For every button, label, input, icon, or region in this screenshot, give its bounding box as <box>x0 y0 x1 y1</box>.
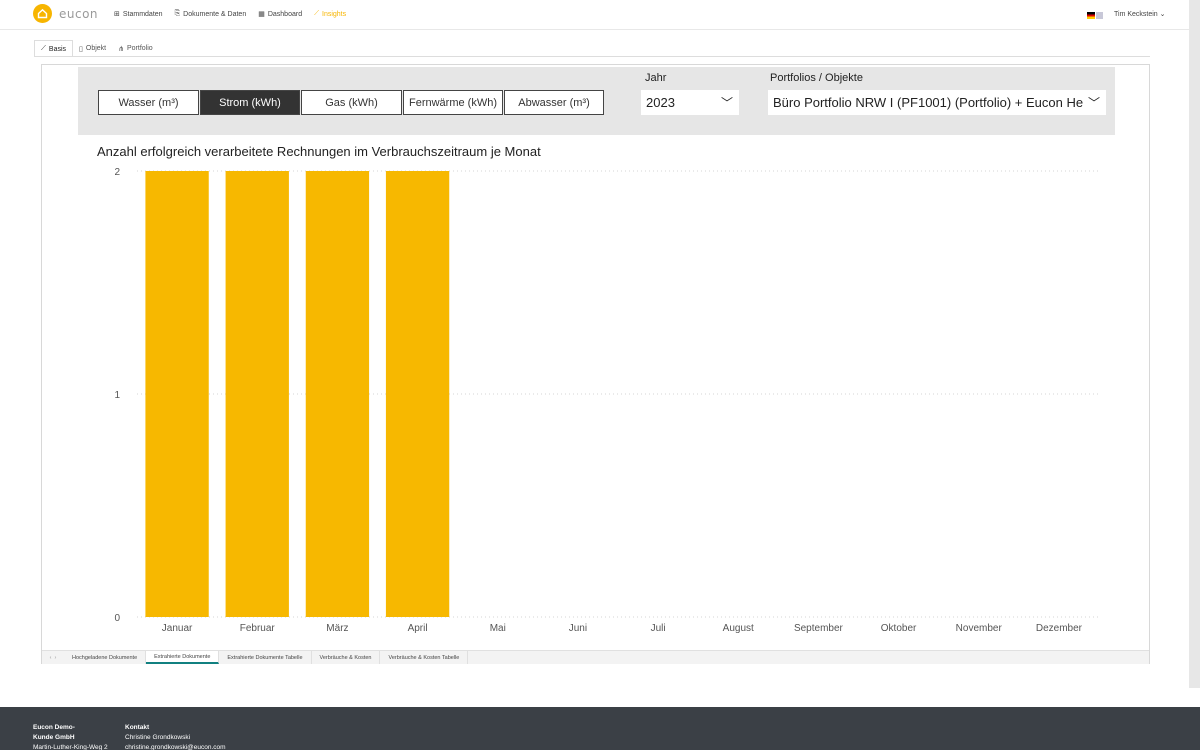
bar-chart: 0 1 2 Januar Februar März April Mai Juni Juli Aug… <box>114 167 1099 634</box>
page-tab-verbraeuche[interactable]: Verbräuche & Kosten <box>312 651 381 664</box>
page-scrollbar[interactable] <box>1189 0 1200 688</box>
tab-label: Objekt <box>85 45 107 52</box>
top-navigation-bar: eucon ⊞ Stammdaten ⎘ Dokumente & Daten ▦ Da… <box>0 0 1200 30</box>
bar-januar[interactable] <box>145 171 209 617</box>
home-logo-icon[interactable] <box>33 4 52 23</box>
tab-label: Portfolio <box>127 45 153 52</box>
x-tick-label: April <box>408 623 428 634</box>
chevron-right-icon: › <box>54 654 57 661</box>
portfolio-dropdown[interactable]: Büro Portfolio NRW I (PF1001) (Portfolio… <box>768 90 1106 115</box>
nav-item-stammdaten[interactable]: ⊞ Stammdaten <box>114 10 163 19</box>
x-tick-label: Februar <box>240 623 276 634</box>
page-tab-hochgeladene[interactable]: Hochgeladene Dokumente <box>64 651 147 664</box>
footer: Eucon Demo- Kunde GmbH Martin-Luther-Kin… <box>0 707 1200 753</box>
footer-address: Martin-Luther-King-Weg 2 <box>33 744 108 751</box>
footer-contact: Kontakt Christine Grondkowski christine.… <box>125 723 226 753</box>
nav-item-dokumente[interactable]: ⎘ Dokumente & Daten <box>175 10 247 18</box>
nav-label: Dashboard <box>267 10 303 18</box>
chart-icon: ⟋ <box>314 10 319 17</box>
page-tab-extrahierte-tabelle[interactable]: Extrahierte Dokumente Tabelle <box>219 651 312 664</box>
x-tick-label: Juni <box>569 623 587 634</box>
footer-company-line: Kunde GmbH <box>33 734 75 741</box>
media-button-strom[interactable]: Strom (kWh) <box>200 90 300 115</box>
page-nav-arrows[interactable]: ‹ › <box>42 651 64 664</box>
x-tick-label: August <box>723 623 754 634</box>
y-tick-label: 2 <box>114 167 120 178</box>
year-value: 2023 <box>646 95 675 110</box>
x-tick-label: November <box>956 623 1003 634</box>
user-menu[interactable]: Tim Keckstein ⌄ <box>1114 10 1166 18</box>
main-nav: ⊞ Stammdaten ⎘ Dokumente & Daten ▦ Dashboar… <box>114 10 346 18</box>
chevron-down-icon: ﹀ <box>720 96 733 110</box>
report-page-tabs: ‹ › Hochgeladene Dokumente Extrahierte Do… <box>42 650 1149 664</box>
documents-icon: ⎘ <box>174 10 181 17</box>
bar-april[interactable] <box>385 171 450 617</box>
media-button-gas[interactable]: Gas (kWh) <box>301 90 402 115</box>
nav-label: Stammdaten <box>122 10 163 18</box>
x-tick-label: Januar <box>162 623 193 634</box>
nav-item-dashboard[interactable]: ▦ Dashboard <box>258 10 303 19</box>
sitemap-icon: ⊞ <box>114 11 120 18</box>
chevron-down-icon: ⌄ <box>1159 11 1166 18</box>
tab-objekt[interactable]: ▯ Objekt <box>73 40 112 57</box>
page-tab-extrahierte[interactable]: Extrahierte Dokumente <box>146 651 220 664</box>
tab-basis[interactable]: ⟋ Basis <box>34 40 74 57</box>
nav-item-insights[interactable]: ⟋ Insights <box>314 10 346 18</box>
building-icon: ▯ <box>79 45 83 53</box>
footer-company-line: Eucon Demo- <box>33 724 75 731</box>
chevron-down-icon: ﹀ <box>1083 94 1100 111</box>
x-tick-label: Mai <box>490 623 506 634</box>
media-button-abwasser[interactable]: Abwasser (m³) <box>504 90 604 115</box>
chevron-left-icon: ‹ <box>49 654 52 661</box>
x-tick-label: September <box>794 623 844 634</box>
tab-portfolio[interactable]: ⋔ Portfolio <box>112 40 159 57</box>
portfolio-value: Büro Portfolio NRW I (PF1001) (Portfolio… <box>773 95 1094 110</box>
footer-contact-email[interactable]: christine.grondkowski@eucon.com <box>125 743 226 753</box>
footer-company: Eucon Demo- Kunde GmbH Martin-Luther-Kin… <box>33 723 108 753</box>
nav-label: Dokumente & Daten <box>183 10 247 18</box>
year-dropdown[interactable]: 2023 ﹀ <box>641 90 739 115</box>
page-tab-verbraeuche-tabelle[interactable]: Verbräuche & Kosten Tabelle <box>380 651 469 664</box>
footer-contact-title: Kontakt <box>125 724 150 731</box>
portfolio-label: Portfolios / Objekte <box>770 72 863 84</box>
language-flag-icon[interactable] <box>1087 12 1103 19</box>
x-tick-label: Juli <box>651 623 666 634</box>
y-tick-label: 1 <box>114 390 120 401</box>
line-chart-icon: ⟋ <box>41 45 46 52</box>
tab-divider <box>34 56 1150 57</box>
bar-märz[interactable] <box>305 171 370 617</box>
media-button-wasser[interactable]: Wasser (m³) <box>98 90 199 115</box>
hierarchy-icon: ⋔ <box>118 45 124 53</box>
x-tick-label: Dezember <box>1036 623 1083 634</box>
y-tick-label: 0 <box>114 613 120 624</box>
eucon-logo: eucon <box>59 7 99 21</box>
media-button-fernwaerme[interactable]: Fernwärme (kWh) <box>403 90 503 115</box>
y-axis-ticks: 0 1 2 <box>114 167 120 624</box>
report-frame: Wasser (m³) Strom (kWh) Gas (kWh) Fernwä… <box>41 64 1150 664</box>
dashboard-icon: ▦ <box>258 11 265 18</box>
filter-bar: Wasser (m³) Strom (kWh) Gas (kWh) Fernwä… <box>78 67 1115 135</box>
user-name: Tim Keckstein <box>1114 11 1158 18</box>
x-tick-label: März <box>326 623 348 634</box>
footer-contact-name: Christine Grondkowski <box>125 734 191 741</box>
nav-label: Insights <box>322 10 347 18</box>
view-tabs: ⟋ Basis ▯ Objekt ⋔ Portfolio <box>34 40 159 57</box>
tab-label: Basis <box>48 45 67 53</box>
chart-title: Anzahl erfolgreich verarbeitete Rechnung… <box>97 144 541 159</box>
bar-februar[interactable] <box>225 171 289 617</box>
year-label: Jahr <box>645 72 667 84</box>
x-tick-label: Oktober <box>881 623 917 634</box>
x-axis-labels: Januar Februar März April Mai Juni Juli August S… <box>162 623 1083 634</box>
